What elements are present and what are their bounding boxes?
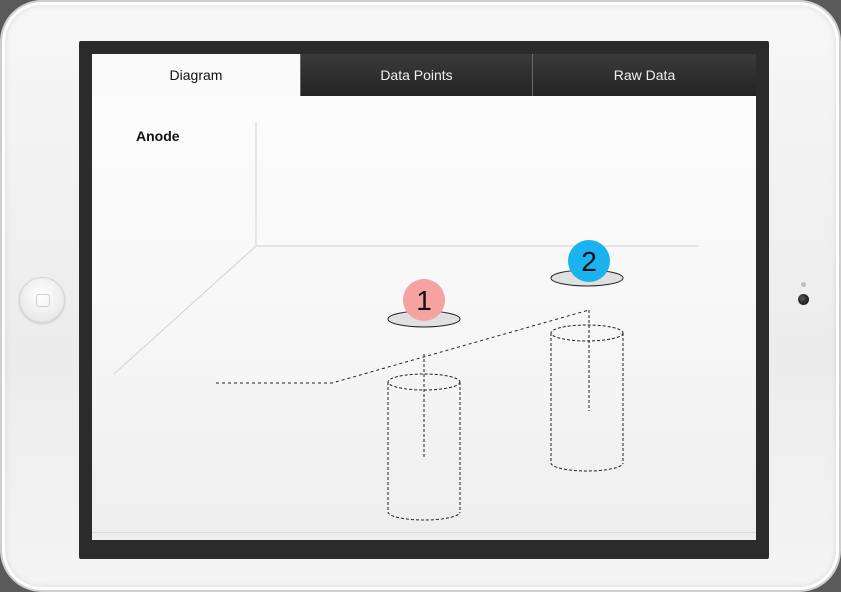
- cylinder-2: [550, 310, 624, 472]
- data-point-1[interactable]: 1: [387, 279, 461, 328]
- app-screen: Diagram Data Points Raw Data Anode 1 2: [92, 54, 756, 540]
- depth-axis: [113, 245, 257, 375]
- camera-icon: [798, 294, 809, 305]
- data-point-2[interactable]: 2: [550, 240, 624, 287]
- bottom-bar: [92, 532, 756, 540]
- home-button-icon: [36, 294, 50, 307]
- diagram-canvas: 1 2: [113, 122, 699, 521]
- axes: [113, 122, 699, 375]
- point-2-label: 2: [581, 246, 597, 277]
- cylinder-1: [387, 354, 461, 521]
- tablet-frame: Diagram Data Points Raw Data Anode 1 2: [0, 0, 841, 592]
- home-button[interactable]: [19, 277, 65, 323]
- sensor-icon: [801, 282, 806, 287]
- point-1-label: 1: [416, 285, 432, 316]
